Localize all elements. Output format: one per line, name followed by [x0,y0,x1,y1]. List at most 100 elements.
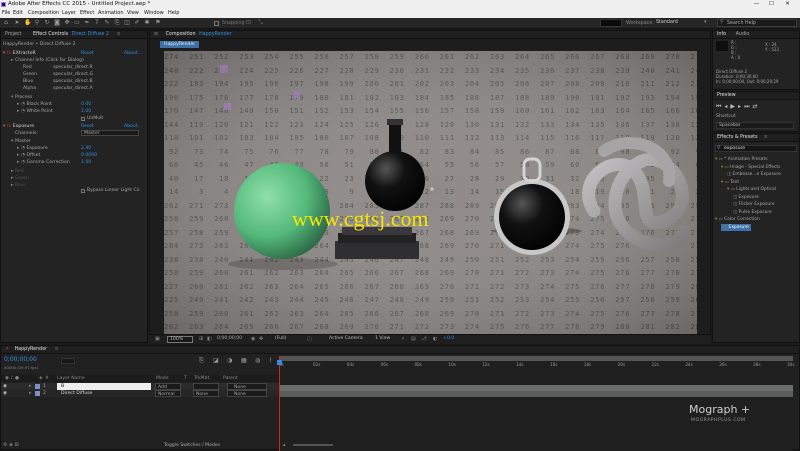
param-value[interactable]: 2.40 [81,145,91,152]
grid-icon[interactable]: ⊞ [199,336,203,342]
roto-brush-tool-icon[interactable]: ✐ [134,20,140,26]
expand-layer-icon[interactable]: ▸ [29,390,31,397]
menu-window[interactable]: Window [144,9,164,18]
minimize-button[interactable]: — [752,0,761,9]
param-value[interactable]: 1.00 [81,108,91,115]
menu-edit[interactable]: Edit [13,9,23,18]
type-tool-icon[interactable]: T [94,20,100,26]
layer-name-field[interactable]: B [57,383,151,390]
reset-link[interactable]: Reset [81,123,94,130]
eraser-tool-icon[interactable]: ◫ [124,20,130,26]
menu-composition[interactable]: Composition [28,9,59,18]
tab-timeline[interactable]: HappyRender [15,347,48,352]
menu-file[interactable]: File [2,9,10,18]
playhead-handle[interactable] [277,360,282,365]
tab-effect-controls[interactable]: Effect Controls [33,32,68,37]
about-link[interactable]: About... [124,123,142,130]
current-time-indicator[interactable] [279,356,280,451]
unmult-checkbox[interactable] [81,117,85,121]
preset-tree-item[interactable]: ◫ Exposure [721,223,751,231]
preset-tree-item[interactable]: ▾ ▭ Text [721,179,739,186]
layer-trkmat-select[interactable]: None [193,390,219,397]
preset-tree-item[interactable]: ▾ ▭ Lights and Optical [727,186,776,193]
stopwatch-icon[interactable]: ◔ [21,153,25,158]
snap-options-icon[interactable]: ⤡ [258,19,263,27]
hand-tool-icon[interactable]: ✋ [24,20,31,26]
flowchart-icon[interactable]: ⎇ [421,336,427,342]
lock-icon[interactable]: ⊟ [154,32,158,37]
stopwatch-icon[interactable]: ◔ [21,146,25,151]
menu-layer[interactable]: Layer [62,9,76,18]
reset-link[interactable]: Reset [81,50,94,57]
preset-tree-item[interactable]: ▾ ▭ Image - Special Effects [721,164,780,171]
stopwatch-icon[interactable]: ◔ [21,109,25,114]
mode-column[interactable]: Mode [156,375,169,382]
brush-tool-icon[interactable]: ✎ [104,20,110,26]
preset-tree-item[interactable]: ◫ Flicker Exposure [733,201,775,208]
layer-parent-select[interactable]: None [227,390,267,397]
param-value[interactable]: 0.0000 [81,152,97,159]
layer-name-column[interactable]: Layer Name [57,375,85,382]
layer-parent-select[interactable]: None [227,383,267,390]
comp-navigator-button[interactable]: HappyRender [160,41,200,48]
param-value[interactable]: specular_direct.G [53,71,93,78]
maximize-button[interactable]: ☐ [767,0,776,9]
mask-icon[interactable]: ◧ [207,336,212,342]
preset-tree-item[interactable]: ▾ ▭ * Animation Presets [715,156,768,163]
current-time-display[interactable]: 0;00;00;00 [215,336,249,343]
panel-menu-icon[interactable]: ≡ [55,347,59,352]
play-icon[interactable]: ▶ [730,103,738,110]
chevron-down-icon[interactable]: ▾ [704,19,707,25]
tab-composition-name[interactable]: HappyRender [199,32,232,37]
panel-menu-icon[interactable]: ≡ [116,32,120,37]
menu-help[interactable]: Help [168,9,179,18]
trkmat-column[interactable]: TrkMat [194,375,209,382]
menu-view[interactable]: View [127,9,139,18]
workspace-mode-buttons[interactable] [600,19,622,27]
home-icon[interactable]: ⌂ [3,20,9,26]
param-value[interactable]: specular_direct.B [53,78,93,85]
snapping-checkbox[interactable] [214,21,219,26]
tab-audio[interactable]: Audio [736,32,750,37]
pen-tool-icon[interactable]: ✒ [84,20,90,26]
layer-trkmat-select[interactable] [193,383,219,390]
draft-3d-icon[interactable]: ◪ [213,357,219,364]
visibility-eye-icon[interactable]: ◉ [3,390,7,397]
layer-mode-select[interactable]: Normal [155,390,181,397]
tab-composition[interactable]: Composition [166,32,196,37]
timeline-layer-row[interactable]: ◉ ▸ 2 Direct Diffuse Normal None None [1,390,279,397]
layer-mode-select[interactable]: Add [155,383,181,390]
timeline-current-time[interactable]: 0;00;00;00 [4,356,37,363]
toggle-switches-modes[interactable]: Toggle Switches / Modes [164,443,220,448]
panel-menu-icon[interactable]: ≡ [764,135,768,140]
composition-mini-flowchart-icon[interactable]: ⎘ [199,357,204,365]
preset-tree-item[interactable]: ◫ Embosse...e Exposure [727,171,781,178]
rectangle-tool-icon[interactable]: ▭ [74,20,80,26]
param-value[interactable]: 1.00 [81,159,91,166]
menu-animation[interactable]: Animation [98,9,124,18]
zoom-tool-icon[interactable]: ⚲ [34,20,40,26]
tab-info[interactable]: Info [717,32,726,37]
expand-layer-icon[interactable]: ▸ [29,383,31,390]
preset-tree-item[interactable]: ▾ ▭ Color Correction [715,216,760,223]
close-tab-icon[interactable]: ✕ [5,347,9,352]
bypass-checkbox[interactable] [81,189,85,193]
tab-effect-controls-target[interactable]: Direct Diffuse 2 [72,32,109,37]
close-button[interactable]: ✕ [783,0,792,9]
about-link[interactable]: About... [124,50,142,57]
timeline-layer-row[interactable]: ◉ ▸ 1 B Add None [1,383,279,390]
pan-behind-tool-icon[interactable]: ✥ [64,20,70,26]
rotate-tool-icon[interactable]: ↻ [44,20,50,26]
visibility-eye-icon[interactable]: ◉ [3,383,7,390]
layer-label-color[interactable] [35,391,40,396]
exposure-icon[interactable]: ◐ [433,336,437,342]
snap-icon[interactable]: ⊡ [246,19,251,26]
effect-header-extractor[interactable]: ▾ fx EXtractoR Reset About... [1,50,147,57]
channel-icon[interactable]: ✤ [259,336,263,342]
param-value[interactable]: specular_direct.A [53,85,93,92]
loop-icon[interactable]: ⇄ [752,103,760,110]
timeline-footer-icons[interactable]: ⚙ ◈ ⊞ [3,442,19,448]
search-help-field[interactable]: ⚲ Search Help [717,19,797,27]
param-value[interactable]: 0.00 [81,101,91,108]
tab-project[interactable]: Project [5,32,21,37]
